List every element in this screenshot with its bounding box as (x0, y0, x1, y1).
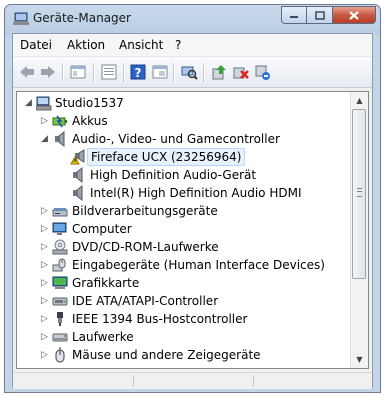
minimize-button[interactable] (281, 6, 307, 24)
device-manager-window: Geräte-Manager Datei Aktion Ansicht ? ? … (4, 4, 381, 393)
disk-drive-icon (52, 329, 68, 345)
forward-button[interactable] (39, 63, 57, 81)
vertical-scrollbar[interactable]: ▲ ▼ (350, 92, 368, 368)
expand-icon[interactable]: ▷ (40, 115, 49, 127)
collapse-icon[interactable]: ◢ (24, 97, 33, 109)
tree-item-label: IDE ATA/ATAPI-Controller (72, 294, 219, 308)
title-bar[interactable]: Geräte-Manager (5, 5, 380, 33)
tree-item-label: Mäuse und andere Zeigegeräte (72, 348, 261, 362)
update-driver-button[interactable] (210, 63, 228, 81)
computer-icon (52, 221, 68, 237)
console-tree-button[interactable] (69, 63, 87, 81)
disable-icon (255, 65, 270, 80)
warning-speaker-icon (70, 149, 86, 165)
uninstall-button[interactable] (232, 63, 250, 81)
computer-icon (36, 95, 52, 111)
properties-icon (101, 64, 117, 80)
maximize-icon (314, 10, 325, 20)
menu-bar: Datei Aktion Ansicht ? (13, 34, 372, 57)
expand-icon[interactable]: ▷ (40, 331, 49, 343)
tree-item-label-selected: Fireface UCX (23256964) (87, 148, 246, 166)
tree-item-label: Intel(R) High Definition Audio HDMI (90, 186, 302, 200)
menu-datei[interactable]: Datei (20, 38, 52, 52)
toolbar: ? (13, 57, 372, 88)
update-driver-icon (212, 65, 226, 80)
menu-help[interactable]: ? (175, 38, 181, 52)
back-arrow-icon (20, 66, 34, 78)
expand-icon[interactable]: ▷ (40, 241, 49, 253)
expand-icon[interactable]: ▷ (40, 277, 49, 289)
client-area: Datei Aktion Ansicht ? ? ◢ Studio1537 ▷ … (12, 33, 373, 389)
window-title: Geräte-Manager (33, 11, 131, 25)
tree-item-label: Eingabegeräte (Human Interface Devices) (72, 258, 325, 272)
tree-item-label: Laufwerke (72, 330, 134, 344)
battery-icon (52, 113, 68, 129)
svg-text:?: ? (135, 66, 142, 80)
tree-item-label: Akkus (72, 114, 108, 128)
speaker-icon (70, 185, 86, 201)
scan-hardware-icon (181, 66, 198, 80)
scroll-up-icon[interactable]: ▲ (351, 92, 368, 109)
minimize-icon (290, 16, 298, 18)
show-hidden-button[interactable] (151, 63, 169, 81)
root-label: Studio1537 (55, 96, 124, 110)
menu-ansicht[interactable]: Ansicht (119, 38, 163, 52)
expand-icon[interactable]: ▷ (40, 349, 49, 361)
firewire-icon (52, 311, 68, 327)
help-icon: ? (130, 64, 146, 80)
expand-icon[interactable]: ▷ (40, 223, 49, 235)
close-icon (349, 10, 359, 20)
help-button[interactable]: ? (129, 63, 147, 81)
expand-icon[interactable]: ▷ (40, 313, 49, 325)
show-hide-console-tree-icon (70, 65, 86, 79)
scanner-icon (52, 203, 68, 219)
tree-item-label: DVD/CD-ROM-Laufwerke (72, 240, 219, 254)
device-tree[interactable]: ◢ Studio1537 ▷ Akkus ◢ Audio-, Video- un… (16, 91, 369, 369)
speaker-icon (52, 131, 68, 147)
close-button[interactable] (333, 6, 376, 24)
maximize-button[interactable] (307, 6, 333, 24)
scroll-thumb[interactable] (352, 109, 366, 279)
scroll-down-icon[interactable]: ▼ (351, 351, 368, 368)
expand-icon[interactable]: ▷ (40, 205, 49, 217)
properties-button[interactable] (100, 63, 118, 81)
tree-item-label: Audio-, Video- und Gamecontroller (72, 132, 280, 146)
scan-hardware-button[interactable] (180, 63, 198, 81)
uninstall-icon (233, 67, 249, 79)
display-adapter-icon (52, 275, 68, 291)
expand-icon[interactable]: ▷ (40, 259, 49, 271)
tree-item-label: Bildverarbeitungsgeräte (72, 204, 218, 218)
menu-aktion[interactable]: Aktion (67, 38, 105, 52)
show-hidden-icon (152, 65, 168, 79)
status-bar (13, 372, 372, 389)
mouse-icon (52, 347, 68, 363)
disc-drive-icon (52, 239, 68, 255)
expand-icon[interactable]: ▷ (40, 295, 49, 307)
hid-icon (52, 257, 68, 273)
disable-button[interactable] (254, 63, 272, 81)
collapse-icon[interactable]: ◢ (40, 133, 49, 145)
forward-arrow-icon (41, 66, 55, 78)
ide-controller-icon (52, 293, 68, 309)
device-manager-icon (13, 12, 29, 26)
speaker-icon (70, 167, 86, 183)
tree-item-label: High Definition Audio-Gerät (90, 168, 257, 182)
back-button[interactable] (18, 63, 36, 81)
tree-item-label: IEEE 1394 Bus-Hostcontroller (72, 312, 248, 326)
tree-item-label: Grafikkarte (72, 276, 140, 290)
tree-item-label: Computer (72, 222, 132, 236)
